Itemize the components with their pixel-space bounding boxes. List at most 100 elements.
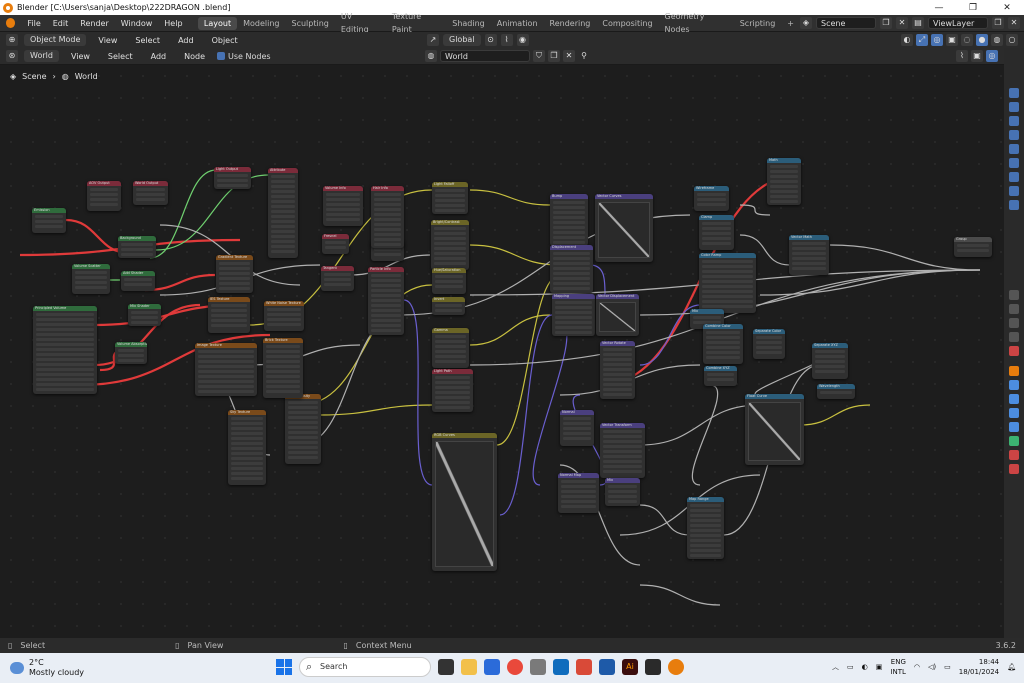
node-socket-row[interactable] — [36, 388, 94, 391]
node-socket-row[interactable] — [121, 243, 153, 246]
node-socket-row[interactable] — [374, 198, 401, 201]
node-socket-row[interactable] — [219, 287, 250, 290]
shader-node[interactable]: AOV Output — [87, 181, 121, 211]
node-socket-row[interactable] — [75, 271, 107, 274]
task-view-icon[interactable] — [438, 659, 454, 675]
node-socket-row[interactable] — [770, 180, 798, 183]
node-socket-row[interactable] — [288, 411, 318, 414]
node-socket-row[interactable] — [136, 198, 165, 201]
node-socket-row[interactable] — [271, 200, 295, 203]
node-socket-row[interactable] — [553, 287, 590, 290]
node-socket-row[interactable] — [553, 257, 590, 260]
curve-widget[interactable] — [599, 302, 636, 332]
node-socket-row[interactable] — [371, 294, 401, 297]
node-socket-row[interactable] — [561, 490, 596, 493]
clock[interactable]: 18:44 18/01/2024 — [959, 657, 999, 677]
node-socket-row[interactable] — [435, 189, 465, 192]
menu-select[interactable]: Select — [129, 32, 166, 49]
node-socket-row[interactable] — [231, 472, 263, 475]
node-socket-row[interactable] — [371, 274, 401, 277]
node-socket-row[interactable] — [371, 289, 401, 292]
node-socket-row[interactable] — [75, 286, 107, 289]
node-socket-row[interactable] — [326, 208, 360, 211]
node-socket-row[interactable] — [371, 309, 401, 312]
node-socket-row[interactable] — [231, 422, 263, 425]
modifier-tab-icon[interactable] — [1009, 200, 1019, 210]
node-socket-row[interactable] — [374, 228, 401, 231]
physics-tab-icon[interactable] — [1009, 408, 1019, 418]
node-socket-row[interactable] — [374, 223, 401, 226]
shader-node[interactable]: Fresnel — [322, 234, 349, 254]
node-socket-row[interactable] — [198, 365, 254, 368]
node-socket-row[interactable] — [266, 345, 300, 348]
shader-node[interactable]: Volume Scatter — [72, 264, 110, 294]
node-socket-row[interactable] — [211, 309, 247, 312]
node-socket-row[interactable] — [374, 193, 401, 196]
node-socket-row[interactable] — [271, 250, 295, 253]
shader-node[interactable]: Tangent — [321, 266, 354, 291]
texture-tab-icon[interactable] — [1009, 464, 1019, 474]
chevron-up-icon[interactable]: ︿ — [832, 662, 839, 672]
node-socket-row[interactable] — [702, 285, 753, 288]
tab-compositing[interactable]: Compositing — [596, 17, 658, 30]
tray-app-icon[interactable]: ▭ — [847, 663, 854, 671]
node-socket-row[interactable] — [211, 319, 247, 322]
menu-render[interactable]: Render — [74, 15, 114, 32]
node-socket-row[interactable] — [608, 500, 637, 503]
node-socket-row[interactable] — [198, 370, 254, 373]
world-icon[interactable]: ◍ — [425, 50, 437, 62]
node-socket-row[interactable] — [35, 215, 63, 218]
menu-node-select[interactable]: Select — [102, 48, 139, 65]
node-socket-row[interactable] — [266, 385, 300, 388]
material-shading-icon[interactable]: ◍ — [991, 34, 1003, 46]
node-socket-row[interactable] — [326, 193, 360, 196]
breadcrumb-scene[interactable]: Scene — [22, 72, 46, 81]
illustrator-icon[interactable]: Ai — [622, 659, 638, 675]
node-socket-row[interactable] — [374, 233, 401, 236]
tab-modeling[interactable]: Modeling — [237, 17, 285, 30]
node-socket-row[interactable] — [563, 432, 591, 435]
node-socket-row[interactable] — [702, 222, 731, 225]
node-socket-row[interactable] — [561, 495, 596, 498]
shader-node[interactable]: Displacement — [550, 245, 593, 293]
node-overlay-icon[interactable]: ◎ — [986, 50, 998, 62]
node-socket-row[interactable] — [770, 170, 798, 173]
node-socket-row[interactable] — [231, 447, 263, 450]
node-socket-row[interactable] — [219, 277, 250, 280]
fake-user-icon[interactable]: ⛉ — [533, 50, 545, 62]
node-socket-row[interactable] — [792, 262, 826, 265]
shader-node[interactable]: Group — [954, 237, 992, 257]
transform-orientation-icon[interactable]: ↗ — [427, 34, 439, 46]
shader-node[interactable]: Hue/Saturation — [432, 268, 466, 294]
node-socket-row[interactable] — [219, 282, 250, 285]
node-socket-row[interactable] — [36, 348, 94, 351]
new-scene-icon[interactable]: ❐ — [880, 17, 892, 29]
node-socket-row[interactable] — [36, 368, 94, 371]
node-socket-row[interactable] — [198, 375, 254, 378]
node-socket-row[interactable] — [288, 401, 318, 404]
node-socket-row[interactable] — [198, 350, 254, 353]
node-socket-row[interactable] — [434, 227, 466, 230]
node-socket-row[interactable] — [267, 308, 301, 311]
node-socket-row[interactable] — [434, 257, 466, 260]
node-socket-row[interactable] — [266, 390, 300, 393]
shader-node[interactable]: Gradient Texture — [216, 255, 253, 293]
proportional-icon[interactable]: ◉ — [516, 34, 529, 46]
node-socket-row[interactable] — [124, 278, 152, 281]
shader-node[interactable]: Combine XYZ — [704, 366, 737, 386]
node-socket-row[interactable] — [219, 267, 250, 270]
shader-node[interactable]: World Output — [133, 181, 168, 205]
node-socket-row[interactable] — [756, 341, 782, 344]
shader-node[interactable]: Emission — [32, 208, 66, 233]
node-socket-row[interactable] — [231, 477, 263, 480]
node-socket-row[interactable] — [555, 306, 592, 309]
scene-field[interactable]: Scene — [816, 17, 876, 29]
node-socket-row[interactable] — [371, 319, 401, 322]
shader-node[interactable]: Attribute — [268, 168, 298, 258]
shader-node[interactable]: Volume Info — [323, 186, 363, 226]
node-socket-row[interactable] — [198, 355, 254, 358]
node-socket-row[interactable] — [198, 390, 254, 393]
unlink-world-icon[interactable]: ✕ — [563, 50, 575, 62]
photos-icon[interactable] — [484, 659, 500, 675]
node-socket-row[interactable] — [792, 252, 826, 255]
